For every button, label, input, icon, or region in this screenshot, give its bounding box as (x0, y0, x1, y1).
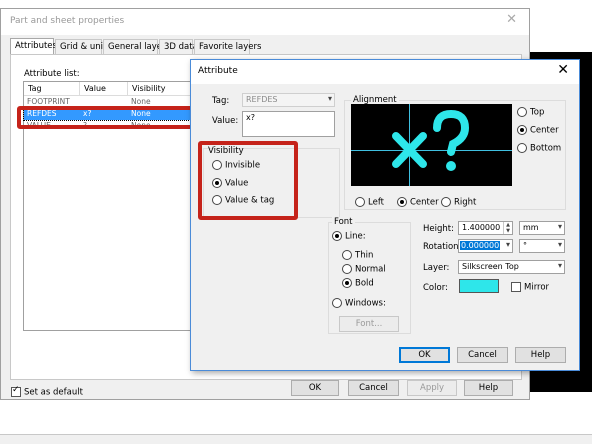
checkbox-icon[interactable] (511, 282, 521, 292)
column-header-visibility[interactable]: Visibility (128, 82, 192, 96)
tab-3d-data[interactable]: 3D data (159, 39, 198, 54)
dialog-titlebar: Attribute ✕ (191, 60, 579, 84)
main-apply-button[interactable]: Apply (407, 380, 457, 396)
chevron-down-icon: ▾ (557, 261, 562, 270)
font-windows-radio[interactable]: Windows: (332, 298, 386, 309)
attribute-list-label: Attribute list: (24, 69, 80, 79)
radio-icon[interactable] (355, 197, 365, 207)
main-ok-button[interactable]: OK (291, 380, 339, 396)
height-label: Height: (423, 224, 454, 234)
alignment-preview (351, 104, 512, 186)
dialog-help-button[interactable]: Help (515, 347, 566, 363)
chevron-down-icon: ▾ (327, 94, 332, 103)
font-line-radio[interactable]: Line: (332, 231, 366, 242)
align-center-v-label: Center (530, 125, 559, 136)
tag-combo: REFDES ▾ (242, 93, 335, 107)
color-label: Color: (423, 283, 448, 293)
main-close-icon[interactable]: ✕ (506, 12, 517, 27)
font-normal-label: Normal (355, 264, 386, 275)
radio-icon[interactable] (342, 250, 352, 260)
tab-grid-units[interactable]: Grid & units (55, 39, 111, 54)
radio-icon[interactable] (517, 143, 527, 153)
preview-question-dot (446, 161, 456, 171)
preview-text-graphic (392, 109, 470, 171)
radio-icon[interactable] (441, 197, 451, 207)
taskbar-edge (0, 434, 592, 444)
layer-select[interactable]: Silkscreen Top ▾ (458, 260, 565, 274)
tab-attributes[interactable]: Attributes (10, 38, 57, 55)
main-window-title: Part and sheet properties (10, 16, 125, 26)
rotation-combo[interactable]: 0.000000 ▾ (458, 239, 513, 253)
color-swatch-button[interactable] (459, 279, 499, 293)
main-cancel-button[interactable]: Cancel (348, 380, 399, 396)
align-left-label: Left (368, 197, 384, 208)
set-as-default-checkbox[interactable]: Set as default (11, 385, 83, 398)
height-value: 1.400000 (462, 223, 501, 232)
align-bottom-label: Bottom (530, 143, 562, 154)
radio-icon[interactable] (342, 264, 352, 274)
mirror-checkbox[interactable]: Mirror (511, 282, 549, 293)
align-right-label: Right (454, 197, 477, 208)
dialog-cancel-button[interactable]: Cancel (457, 347, 508, 363)
font-windows-label: Windows: (345, 298, 386, 309)
dialog-ok-button[interactable]: OK (399, 347, 450, 363)
value-label: Value: (212, 116, 239, 126)
font-bold-radio[interactable]: Bold (342, 278, 374, 289)
chevron-down-icon: ▾ (557, 222, 562, 231)
radio-selected-icon[interactable] (332, 231, 342, 241)
font-thin-radio[interactable]: Thin (342, 250, 373, 261)
tab-favorite-layers[interactable]: Favorite layers (194, 39, 261, 54)
height-unit-value: mm (523, 223, 539, 232)
align-center-h-radio[interactable]: Center (397, 197, 439, 208)
rotation-value: 0.000000 (460, 241, 501, 250)
layer-label: Layer: (423, 263, 450, 273)
font-label: Font (332, 217, 355, 227)
value-input[interactable]: x? (242, 111, 335, 137)
align-center-v-radio[interactable]: Center (517, 125, 559, 136)
font-button[interactable]: Font... (339, 316, 399, 332)
font-bold-label: Bold (355, 278, 374, 289)
main-titlebar: Part and sheet properties ✕ (1, 9, 529, 35)
dialog-close-icon[interactable]: ✕ (557, 62, 569, 78)
refdes-row-highlight (17, 106, 199, 129)
radio-selected-icon[interactable] (342, 278, 352, 288)
rotation-unit-select[interactable]: ° ▾ (519, 239, 565, 253)
tag-value: REFDES (246, 95, 278, 104)
font-thin-label: Thin (355, 250, 374, 261)
align-top-label: Top (530, 107, 545, 118)
cell-tag: FOOTPRINT (27, 97, 70, 106)
set-as-default-label: Set as default (24, 387, 83, 398)
radio-icon[interactable] (517, 107, 527, 117)
chevron-down-icon: ▾ (557, 240, 562, 249)
cell-visibility: None (131, 97, 151, 106)
dialog-title: Attribute (198, 66, 238, 76)
height-input[interactable]: 1.400000 ▲ ▼ (458, 221, 513, 235)
column-header-value[interactable]: Value (80, 82, 128, 96)
align-bottom-radio[interactable]: Bottom (517, 143, 561, 154)
mirror-label: Mirror (524, 282, 550, 293)
align-left-radio[interactable]: Left (355, 197, 384, 208)
font-normal-radio[interactable]: Normal (342, 264, 386, 275)
font-line-label: Line: (345, 231, 366, 242)
align-center-h-label: Center (410, 197, 439, 208)
height-spinner-icon[interactable]: ▲ ▼ (503, 222, 512, 234)
chevron-down-icon: ▾ (505, 240, 510, 249)
visibility-highlight (198, 141, 298, 220)
rotation-label: Rotation: (423, 242, 462, 252)
radio-selected-icon[interactable] (517, 125, 527, 135)
align-right-radio[interactable]: Right (441, 197, 476, 208)
height-unit-select[interactable]: mm ▾ (519, 221, 565, 235)
column-header-tag[interactable]: Tag (24, 82, 80, 96)
tag-label: Tag: (212, 96, 230, 106)
radio-icon[interactable] (332, 298, 342, 308)
radio-selected-icon[interactable] (397, 197, 407, 207)
layer-value: Silkscreen Top (462, 262, 519, 271)
main-help-button[interactable]: Help (464, 380, 513, 396)
rotation-unit-value: ° (523, 241, 527, 250)
attribute-dialog: Attribute ✕ Tag: REFDES ▾ Value: x? Visi… (190, 59, 580, 371)
checkbox-checked-icon[interactable] (11, 385, 21, 397)
tab-general-layers[interactable]: General layers (103, 39, 170, 54)
align-top-radio[interactable]: Top (517, 107, 544, 118)
